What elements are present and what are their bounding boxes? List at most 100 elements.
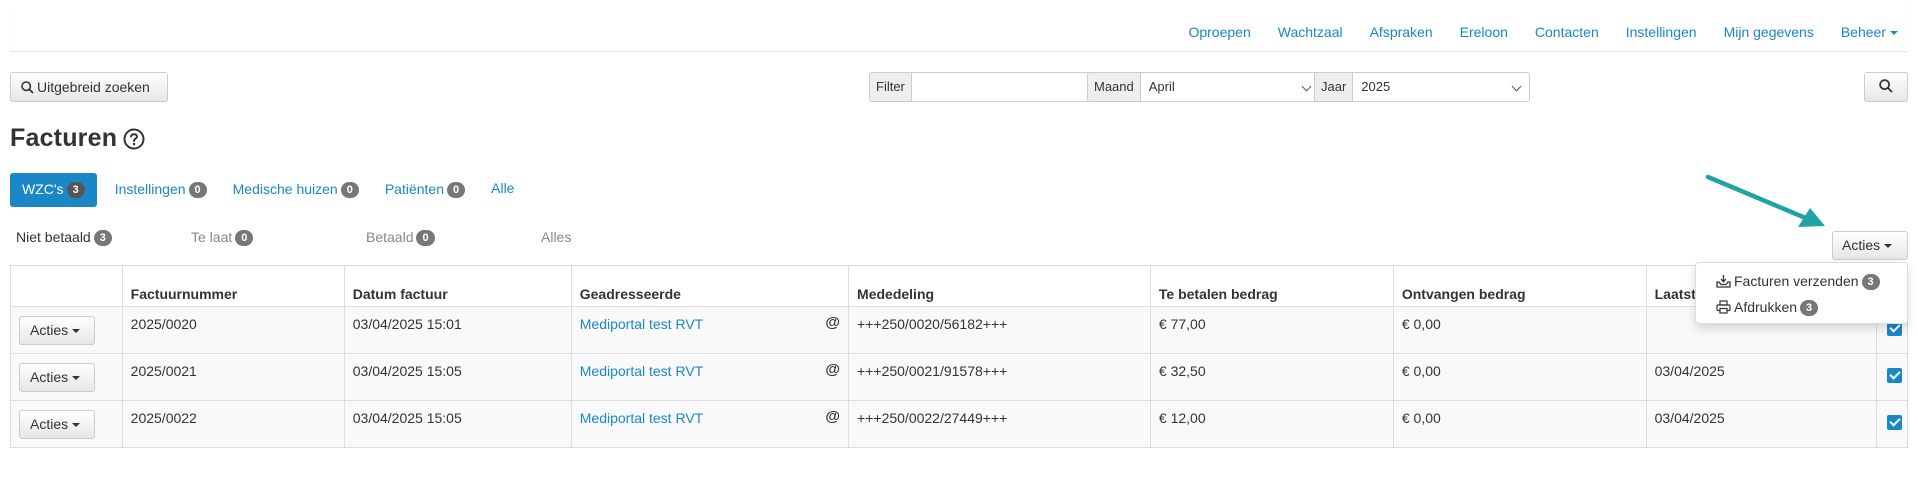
subtab-alles[interactable]: Alles [541,229,571,246]
addressee-link[interactable]: Mediportal test RVT [580,316,703,332]
row-actions-cell: Acties [10,353,123,401]
select-cell [1876,400,1908,448]
column-header[interactable]: Geadresseerde [570,265,850,307]
row-select-checkbox[interactable] [1887,368,1903,383]
actions-label: Acties [1842,237,1881,253]
caret-down-icon [1890,31,1898,36]
nav-ereloon[interactable]: Ereloon [1460,24,1508,40]
email-at-icon[interactable]: @ [825,314,840,331]
nav-mijn-gegevens[interactable]: Mijn gegevens [1724,24,1814,40]
tab-wzcs[interactable]: WZC's 3 [10,173,97,207]
tab-medische-huizen[interactable]: Medische huizen 0 [221,173,371,207]
advanced-search-button[interactable]: Uitgebreid zoeken [10,72,168,102]
subtab-te-laat[interactable]: Te laat 0 [191,229,366,246]
invoice-number: 2025/0022 [130,410,197,426]
advanced-search-label: Uitgebreid zoeken [37,79,150,95]
row-actions-button[interactable]: Acties [19,362,95,392]
search-submit-button[interactable] [1864,72,1908,102]
tab-alle[interactable]: Alle [479,173,526,207]
subtab-label: Niet betaald [16,229,91,245]
invoice-number: 2025/0020 [130,316,197,332]
amount-received-cell: € 0,00 [1392,353,1647,401]
tab-label: Instellingen [114,181,186,197]
top-navbar: Oproepen Wachtzaal Afspraken Ereloon Con… [10,0,1908,52]
table-header-row: Factuurnummer Datum factuur Geadresseerd… [10,265,1908,307]
column-header[interactable]: Ontvangen bedrag [1392,265,1647,307]
addressee-cell: Mediportal test RVT @ [570,400,850,448]
printer-icon [1716,300,1731,314]
year-select[interactable]: 2025 [1352,72,1531,102]
column-header[interactable]: Te betalen bedrag [1149,265,1394,307]
amount-due: € 32,50 [1158,363,1206,379]
column-header[interactable]: Factuurnummer [121,265,345,307]
nav-instellingen[interactable]: Instellingen [1626,24,1697,40]
last-cell: 03/04/2025 [1645,353,1878,401]
search-icon [1879,79,1893,93]
tab-patienten[interactable]: Patiënten 0 [373,173,477,207]
count-badge: 0 [340,182,359,198]
addressee-link[interactable]: Mediportal test RVT [580,410,703,426]
invoice-date-cell: 03/04/2025 15:05 [343,353,572,401]
year-label: Jaar [1314,72,1353,102]
tab-label: Alle [491,180,515,196]
addressee-cell: Mediportal test RVT @ [570,353,850,401]
nav-wachtzaal[interactable]: Wachtzaal [1278,24,1343,40]
actions-dropdown-button[interactable]: Acties [1832,231,1908,260]
message-cell: +++250/0020/56182+++ [848,306,1151,354]
row-actions-cell: Acties [10,400,123,448]
caret-down-icon [72,375,81,380]
amount-due: € 12,00 [1158,410,1206,426]
caret-down-icon [72,328,81,333]
row-actions-label: Acties [30,415,69,432]
menu-item-print[interactable]: Afdrukken 3 [1696,297,1907,323]
row-actions-button[interactable]: Acties [19,409,95,439]
email-at-icon[interactable]: @ [825,361,840,378]
nav-oproepen[interactable]: Oproepen [1188,24,1250,40]
subtab-label: Alles [541,229,572,245]
row-actions-cell: Acties [10,306,123,354]
nav-beheer-dropdown[interactable]: Beheer [1841,24,1898,40]
subtab-label: Betaald [366,229,414,245]
column-header[interactable]: Mededeling [848,265,1151,307]
help-icon[interactable] [123,128,145,157]
column-header[interactable]: Datum factuur [343,265,572,307]
addressee-cell: Mediportal test RVT @ [570,306,850,354]
main-menu: Oproepen Wachtzaal Afspraken Ereloon Con… [1161,24,1898,40]
select-cell [1876,353,1908,401]
table-row: Acties 2025/0022 03/04/2025 15:05 Medipo… [10,400,1908,448]
search-icon [21,81,34,94]
count-badge: 0 [416,230,435,246]
amount-received: € 0,00 [1401,316,1441,332]
subtab-betaald[interactable]: Betaald 0 [366,229,541,246]
caret-down-icon [72,422,81,427]
tab-label: Patiënten [384,181,444,197]
count-badge: 0 [188,182,207,198]
count-badge: 0 [447,182,466,198]
amount-received: € 0,00 [1401,363,1441,379]
month-select[interactable]: April [1139,72,1320,102]
menu-item-send-invoices[interactable]: Facturen verzenden 3 [1696,271,1907,297]
filter-label: Filter [869,72,911,102]
nav-contacten[interactable]: Contacten [1535,24,1599,40]
invoice-table: Factuurnummer Datum factuur Geadresseerd… [10,265,1908,448]
filter-input[interactable] [910,72,1091,102]
category-tabs: WZC's 3 Instellingen 0 Medische huizen 0 Pa… [10,173,528,207]
amount-due-cell: € 32,50 [1149,353,1394,401]
row-actions-button[interactable]: Acties [19,315,95,345]
message-cell: +++250/0022/27449+++ [848,400,1151,448]
last-cell: 03/04/2025 [1645,400,1878,448]
tab-instellingen[interactable]: Instellingen 0 [103,173,219,207]
payment-status-tabs: Niet betaald 3 Te laat 0 Betaald 0 Alles [16,229,571,246]
caret-down-icon [1884,244,1893,249]
month-group: Maand April [1087,72,1320,102]
subtab-niet-betaald[interactable]: Niet betaald 3 [16,229,191,246]
email-at-icon[interactable]: @ [825,408,840,425]
addressee-link[interactable]: Mediportal test RVT [580,363,703,379]
row-select-checkbox[interactable] [1887,415,1903,430]
month-value: April [1148,79,1175,94]
count-badge: 3 [66,182,85,198]
nav-beheer-label: Beheer [1840,24,1886,40]
annotation-arrow-icon [1705,174,1825,227]
nav-afspraken[interactable]: Afspraken [1370,24,1433,40]
structured-message: +++250/0022/27449+++ [857,410,1008,426]
